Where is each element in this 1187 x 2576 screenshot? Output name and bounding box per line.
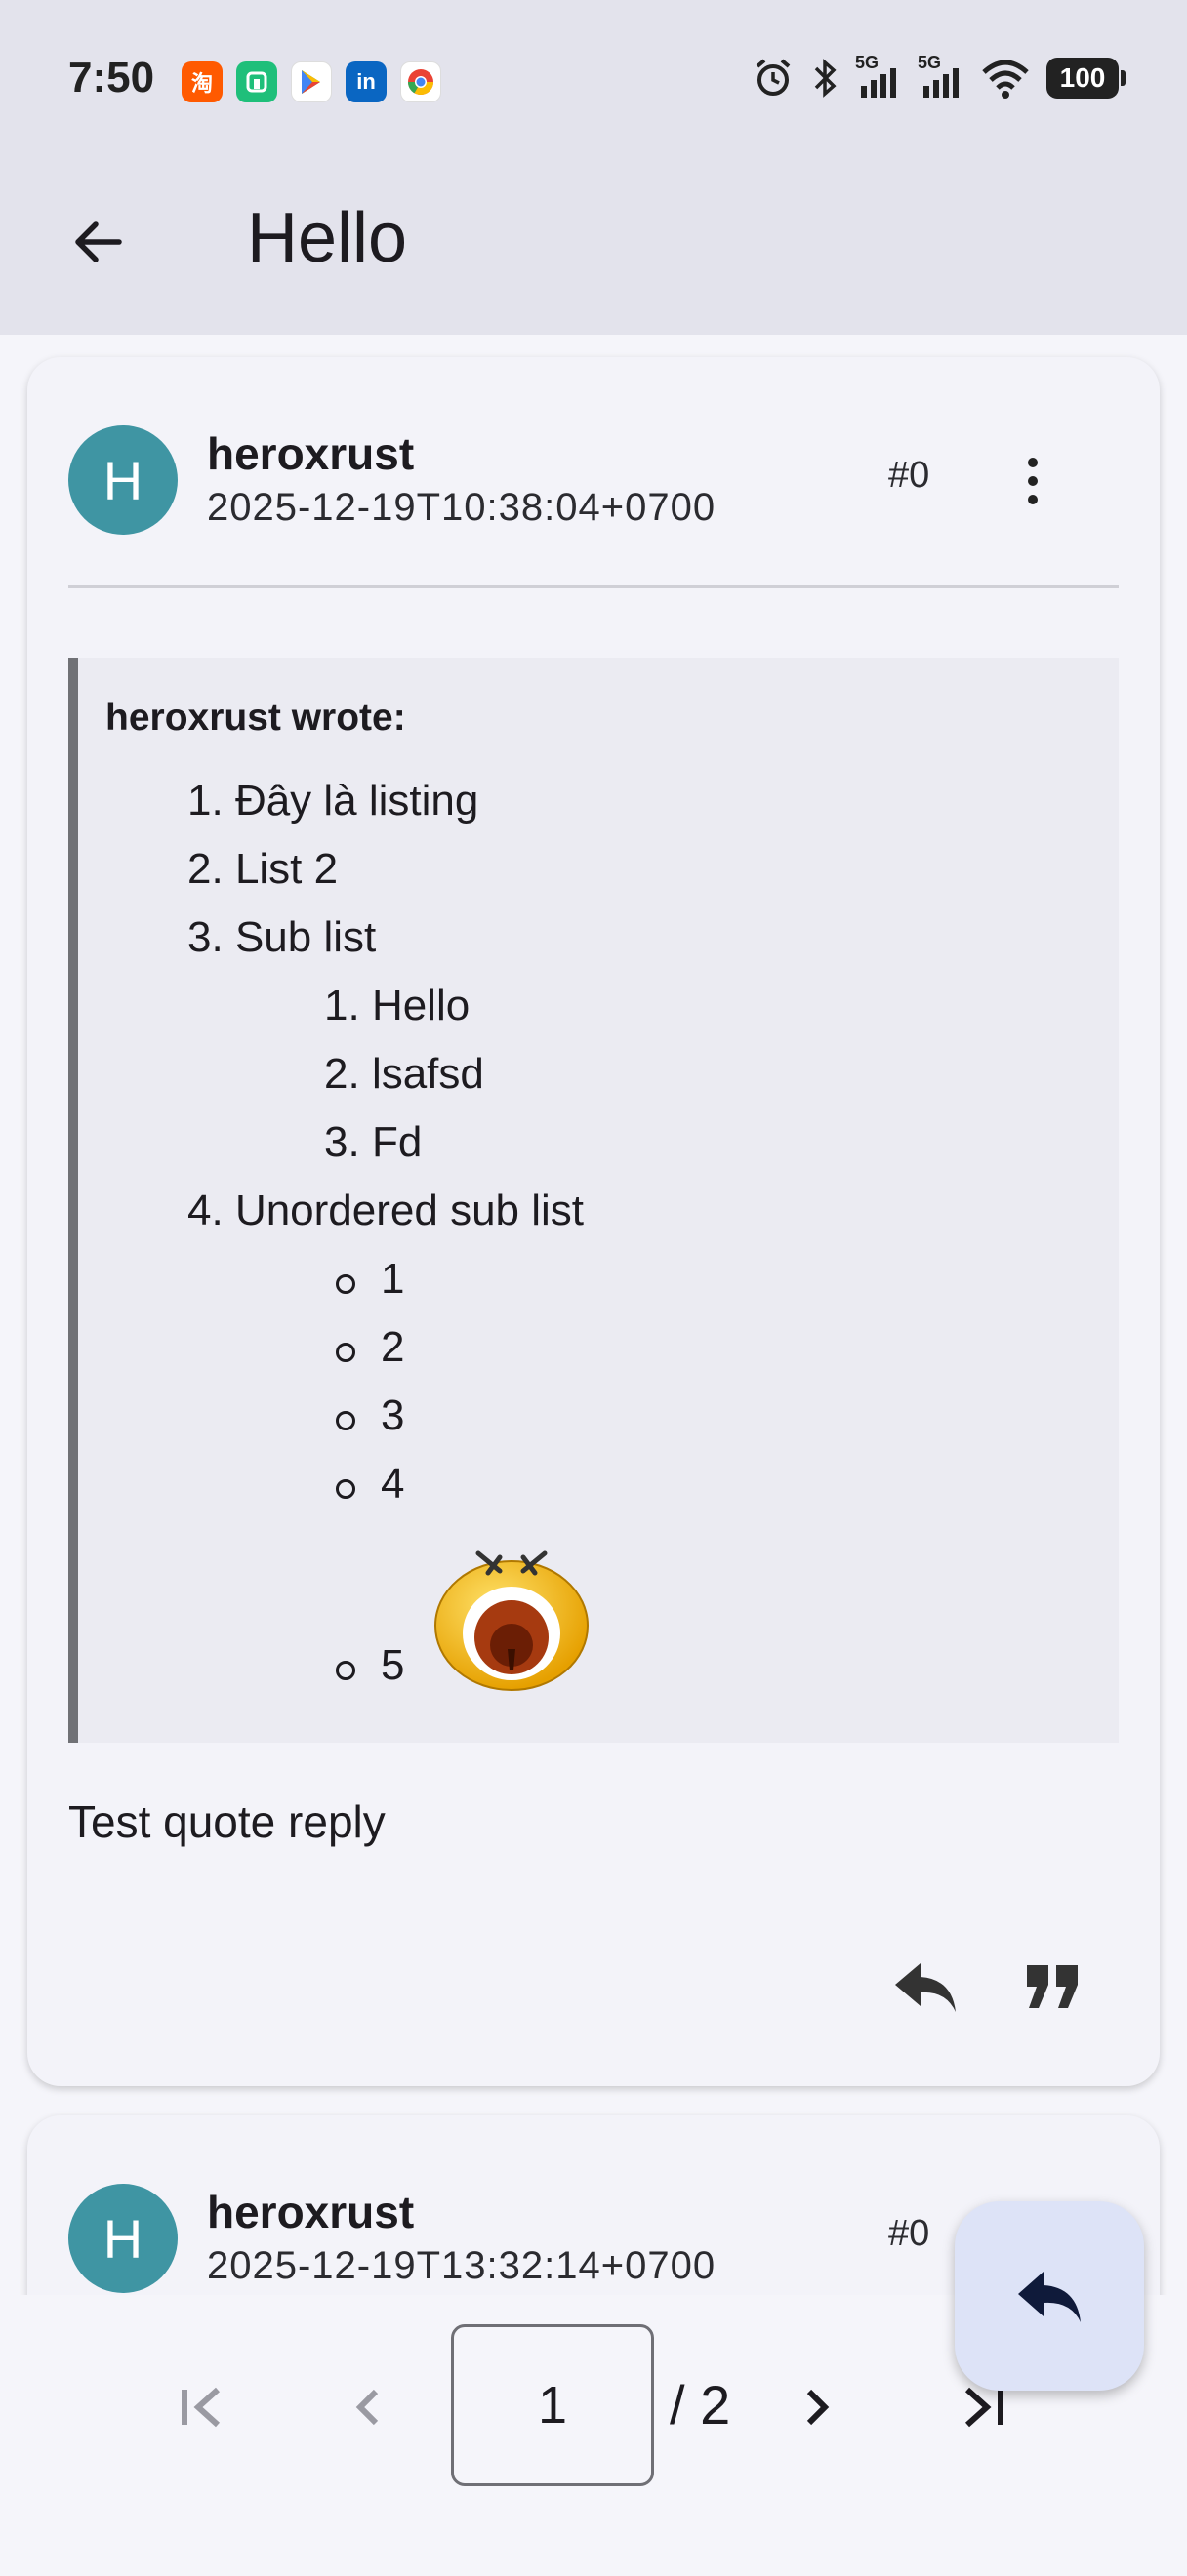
signal-icon-1: 5G [855, 53, 902, 100]
bullet-item: 2 [381, 1323, 405, 1371]
page-total: / 2 [670, 2374, 731, 2435]
signal-icon-2: 5G [918, 53, 964, 100]
first-page-button[interactable] [158, 2363, 246, 2451]
back-button[interactable] [59, 203, 137, 281]
play-store-icon [291, 61, 332, 102]
wifi-icon [982, 60, 1029, 99]
status-time: 7:50 [68, 54, 155, 101]
bluetooth-icon [814, 59, 837, 98]
post-number: #0 [888, 2213, 930, 2254]
bullet-icon [336, 1661, 355, 1680]
divider [68, 585, 1119, 588]
reply-button[interactable] [877, 1948, 974, 2026]
post-number: #0 [888, 455, 930, 496]
alarm-icon [756, 59, 791, 96]
sub-list-item: 3. Fd [324, 1118, 423, 1166]
quote-block: heroxrust wrote: 1. Đây là listing 2. Li… [68, 658, 1119, 1743]
reply-fab[interactable] [955, 2201, 1144, 2391]
post-timestamp: 2025-12-19T13:32:14+0700 [207, 2244, 716, 2287]
post-timestamp: 2025-12-19T10:38:04+0700 [207, 486, 716, 529]
bullet-icon [336, 1274, 355, 1294]
bullet-icon [336, 1479, 355, 1499]
post-body: Test quote reply [68, 1796, 386, 1847]
status-bar: 7:50 淘 in 5G 5G 100 [0, 0, 1187, 161]
app-bar: Hello [0, 161, 1187, 335]
post-author[interactable]: heroxrust [207, 2186, 414, 2238]
battery-icon: 100 [1046, 58, 1126, 99]
sub-list-item: 1. Hello [324, 982, 471, 1029]
mi-home-icon [236, 61, 277, 102]
list-item: 2. List 2 [187, 845, 339, 893]
bullet-item: 4 [381, 1460, 405, 1508]
chevron-right-icon [806, 2389, 830, 2426]
linkedin-icon: in [346, 61, 387, 102]
list-item: 1. Đây là listing [187, 777, 479, 825]
notification-icons: 淘 in [182, 61, 441, 102]
next-page-button[interactable] [773, 2363, 861, 2451]
list-item: 3. Sub list [187, 913, 377, 961]
more-vert-icon [1028, 458, 1038, 467]
system-status: 5G 5G 100 [752, 53, 1126, 100]
avatar[interactable]: H [68, 2184, 178, 2293]
page-title: Hello [247, 199, 408, 277]
post-card: H heroxrust 2025-12-19T10:38:04+0700 #0 … [27, 357, 1160, 2086]
chevron-left-icon [355, 2389, 379, 2426]
more-options-button[interactable] [1013, 447, 1052, 515]
reply-icon [1018, 2272, 1081, 2322]
format-quote-icon [1027, 1965, 1078, 2008]
sub-list-item: 2. lsafsd [324, 1050, 484, 1098]
taobao-icon: 淘 [182, 61, 223, 102]
arrow-back-icon [75, 221, 122, 262]
bullet-item: 1 [381, 1255, 405, 1303]
bullet-icon [336, 1343, 355, 1362]
first-page-icon [182, 2387, 221, 2428]
post-author[interactable]: heroxrust [207, 427, 414, 480]
list-item: 4. Unordered sub list [187, 1187, 585, 1234]
avatar[interactable]: H [68, 425, 178, 535]
quote-header: heroxrust wrote: [105, 697, 406, 739]
bullet-item: 5 [381, 1641, 405, 1689]
bullet-icon [336, 1411, 355, 1430]
previous-page-button[interactable] [324, 2363, 412, 2451]
chrome-icon [400, 61, 441, 102]
quote-button[interactable] [1003, 1948, 1101, 2026]
reply-icon [895, 1963, 956, 2012]
page-number-input[interactable]: 1 [451, 2324, 654, 2486]
angry-emoji-icon [434, 1550, 589, 1691]
bullet-item: 3 [381, 1391, 405, 1439]
